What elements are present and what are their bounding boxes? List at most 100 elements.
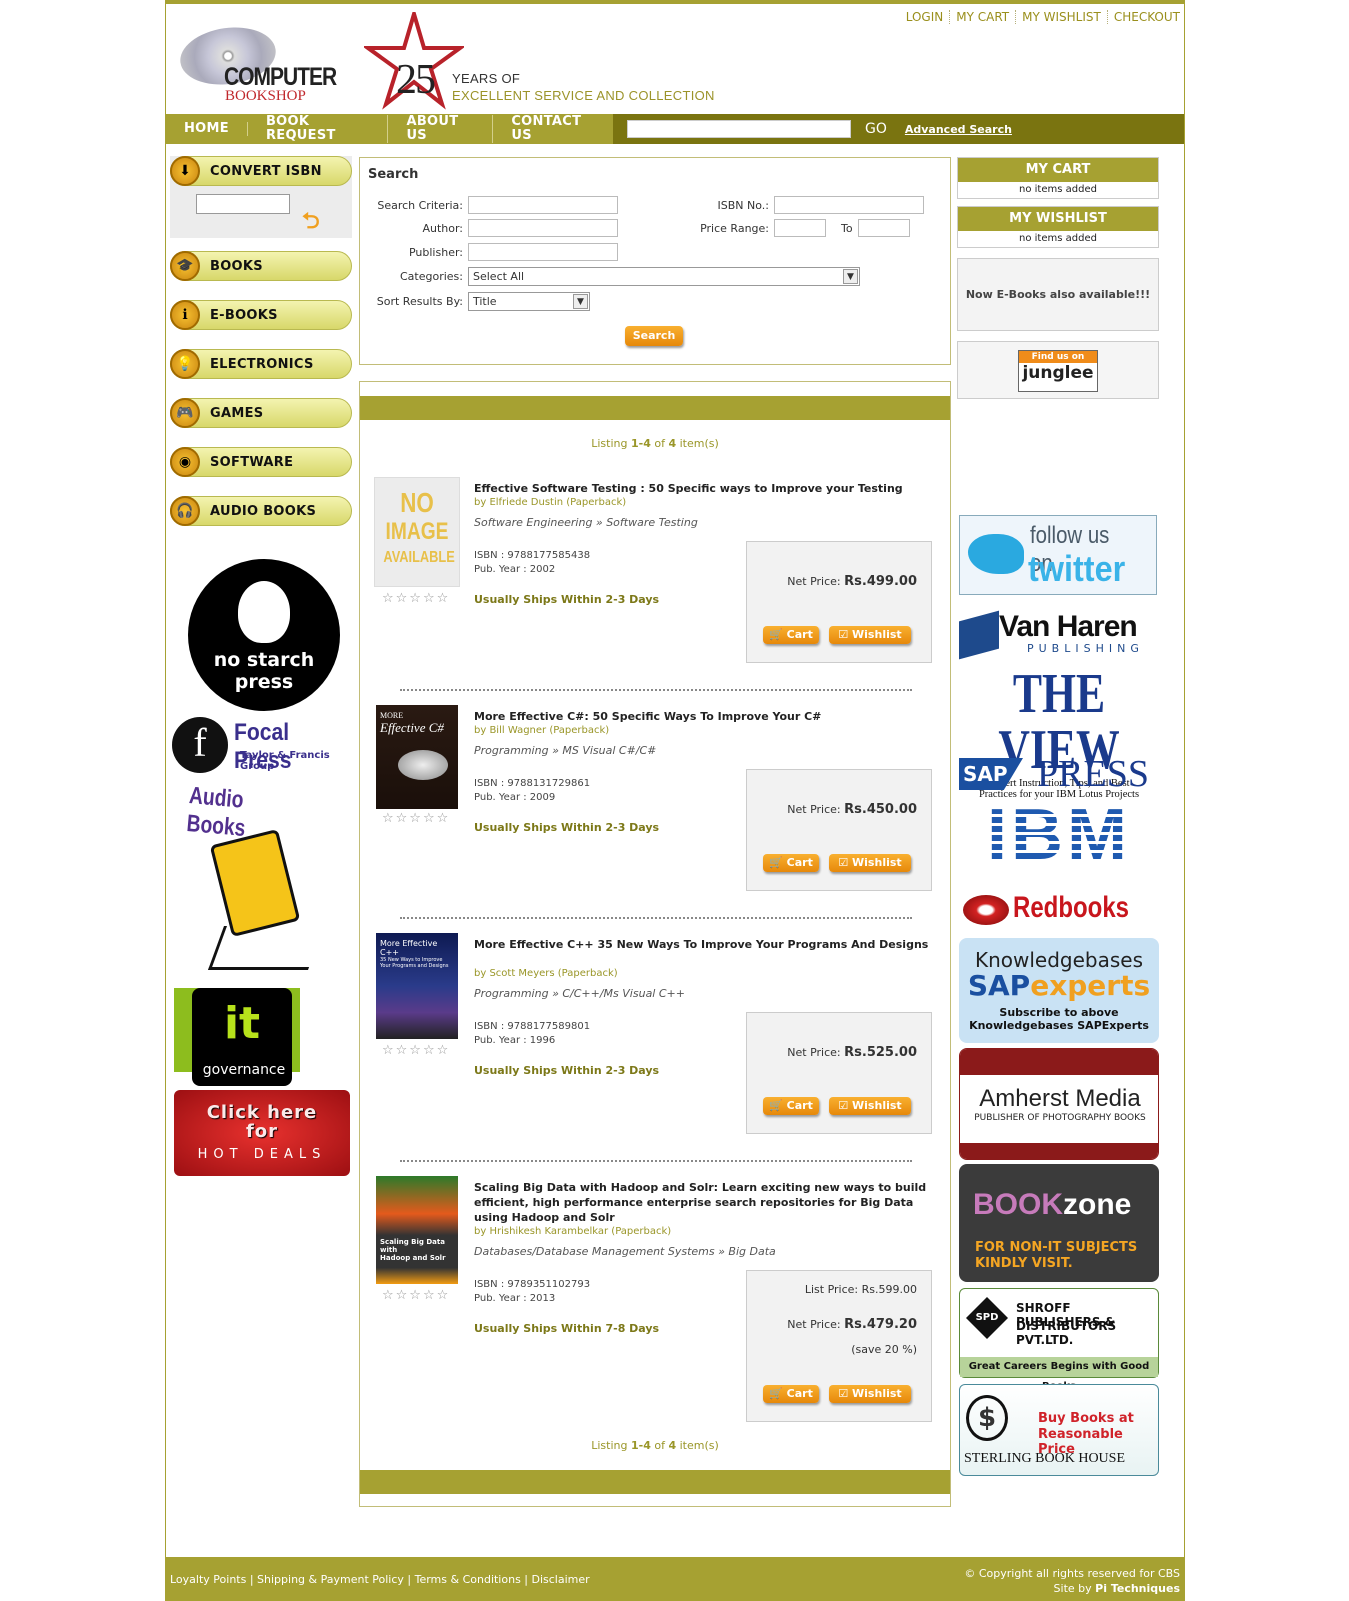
ships-within: Usually Ships Within 2-3 Days xyxy=(474,1064,660,1077)
publisher-input[interactable] xyxy=(468,243,618,261)
sort-row: Sort Results By: Title ▼ xyxy=(360,292,590,311)
check-icon: ☑ xyxy=(838,1387,849,1400)
my-wishlist-title[interactable]: MY WISHLIST xyxy=(958,207,1158,231)
product-category[interactable]: Programming » C/C++/Ms Visual C++ xyxy=(474,987,685,1000)
twitter-banner[interactable]: follow us on twitter xyxy=(959,515,1157,595)
bookzone-banner[interactable]: BOOKzone FOR NON-IT SUBJECTS KINDLY VISI… xyxy=(959,1164,1159,1282)
category-games[interactable]: 🎮 GAMES xyxy=(170,398,352,428)
product-meta: ISBN : 9788131729861 Pub. Year : 2009 xyxy=(474,778,591,803)
add-to-cart-button[interactable]: 🛒 Cart xyxy=(763,626,819,644)
checkout-link[interactable]: CHECKOUT xyxy=(1108,10,1180,24)
check-icon: ☑ xyxy=(838,628,849,641)
top-search-input[interactable] xyxy=(627,120,851,138)
isbn-input[interactable] xyxy=(196,194,290,214)
no-starch-press-banner[interactable]: no starch press xyxy=(188,559,340,711)
shroff-banner[interactable]: SPD SHROFF PUBLISHERS & DISTRIBUTORS PVT… xyxy=(959,1288,1159,1392)
nav-book-request[interactable]: BOOK REQUEST xyxy=(248,115,389,143)
category-ebooks[interactable]: ℹ E-BOOKS xyxy=(170,300,352,330)
publisher-row: Publisher: xyxy=(360,243,618,261)
advanced-search-link[interactable]: Advanced Search xyxy=(905,123,1012,136)
category-electronics-label: ELECTRONICS xyxy=(210,356,314,372)
my-cart-link[interactable]: MY CART xyxy=(950,10,1017,24)
chevron-down-icon: ▼ xyxy=(843,269,858,284)
product-title[interactable]: More Effective C++ 35 New Ways To Improv… xyxy=(474,937,934,952)
footer-shipping-link[interactable]: Shipping & Payment Policy xyxy=(257,1573,404,1586)
add-to-wishlist-button[interactable]: ☑ Wishlist xyxy=(829,1097,911,1115)
product-title[interactable]: Scaling Big Data with Hadoop and Solr: L… xyxy=(474,1180,934,1225)
book-cover-thumbnail[interactable]: More Effective C++ 35 New Ways to Improv… xyxy=(376,933,458,1039)
book-cover-thumbnail[interactable]: MORE Effective C# xyxy=(376,705,458,809)
add-to-wishlist-button[interactable]: ☑ Wishlist xyxy=(829,1385,911,1403)
tagline-years: YEARS OF xyxy=(452,71,521,86)
footer-disclaimer-link[interactable]: Disclaimer xyxy=(532,1573,590,1586)
price-box: Net Price: Rs.450.00 🛒 Cart ☑ Wishlist xyxy=(746,769,932,891)
sort-select[interactable]: Title ▼ xyxy=(468,292,590,311)
login-link[interactable]: LOGIN xyxy=(900,10,951,24)
redbooks-banner[interactable]: Redbooks xyxy=(959,889,1159,931)
site-logo[interactable]: COMPUTER BOOKSHOP xyxy=(176,21,337,110)
sort-label: Sort Results By: xyxy=(376,295,463,308)
van-haren-sub: PUBLISHING xyxy=(1027,642,1144,655)
audio-books-banner[interactable]: Audio Books xyxy=(180,776,330,974)
price-min-input[interactable] xyxy=(774,219,826,237)
my-wishlist-link[interactable]: MY WISHLIST xyxy=(1016,10,1108,24)
it-governance-banner[interactable]: it governance xyxy=(174,988,300,1086)
search-criteria-input[interactable] xyxy=(468,196,618,214)
amherst-name: Amherst Media xyxy=(979,1085,1141,1112)
sap-press-banner[interactable]: SAP PRESS xyxy=(959,755,1159,793)
list-price: List Price: Rs.599.00 xyxy=(804,1283,917,1296)
search-button[interactable]: Search xyxy=(625,326,683,346)
hot-deals-banner[interactable]: Click here for HOT DEALS xyxy=(174,1090,350,1176)
category-audio-books[interactable]: 🎧 AUDIO BOOKS xyxy=(170,496,352,526)
add-to-cart-button[interactable]: 🛒 Cart xyxy=(763,1385,819,1403)
footer-site-by-name[interactable]: Pi Techniques xyxy=(1095,1582,1180,1595)
product-title[interactable]: Effective Software Testing : 50 Specific… xyxy=(474,481,934,496)
nav-home[interactable]: HOME xyxy=(166,122,248,136)
add-to-cart-button[interactable]: 🛒 Cart xyxy=(763,854,819,872)
focal-press-banner[interactable]: f Focal Press Taylor & Francis Group xyxy=(172,717,354,774)
go-button[interactable]: GO xyxy=(865,121,887,137)
no-starch-logo-icon xyxy=(238,581,290,643)
price-max-input[interactable] xyxy=(857,219,910,237)
footer-terms-link[interactable]: Terms & Conditions xyxy=(415,1573,521,1586)
cart-icon: 🛒 xyxy=(769,628,783,641)
junglee-badge[interactable]: Find us on junglee xyxy=(957,341,1159,399)
footer-copyright: © Copyright all rights reserved for CBS xyxy=(964,1567,1180,1580)
add-to-wishlist-button[interactable]: ☑ Wishlist xyxy=(829,854,911,872)
ibm-banner[interactable]: IBM xyxy=(959,799,1159,871)
convert-return-icon[interactable]: ⮌ xyxy=(302,204,320,242)
footer-site-by: Site by Pi Techniques xyxy=(1053,1582,1180,1595)
add-to-wishlist-button[interactable]: ☑ Wishlist xyxy=(829,626,911,644)
category-books[interactable]: 🎓 BOOKS xyxy=(170,251,352,281)
shroff-line3: Great Careers Begins with Good Books xyxy=(960,1357,1158,1392)
junglee-find: Find us on xyxy=(1019,351,1097,363)
the-view-banner[interactable]: THE VIEW Expert Instruction, Tips, and B… xyxy=(959,666,1159,800)
van-haren-banner[interactable]: Van Haren PUBLISHING xyxy=(959,604,1159,660)
junglee-name: junglee xyxy=(1022,363,1094,383)
product-title[interactable]: More Effective C#: 50 Specific Ways To I… xyxy=(474,709,934,724)
sterling-banner[interactable]: $ Buy Books at Reasonable Price STERLING… xyxy=(959,1384,1159,1476)
product-category[interactable]: Databases/Database Management Systems » … xyxy=(474,1245,776,1258)
ebooks-notice[interactable]: Now E-Books also available!!! xyxy=(957,258,1159,331)
nav-about-us[interactable]: ABOUT US xyxy=(388,115,494,143)
category-software[interactable]: ◉ SOFTWARE xyxy=(170,447,352,477)
author-input[interactable] xyxy=(468,219,618,237)
headphones-icon: 🎧 xyxy=(170,496,200,526)
product-category[interactable]: Programming » MS Visual C#/C# xyxy=(474,744,656,757)
listing-summary-bottom: Listing 1-4 of 4 item(s) xyxy=(591,1439,719,1452)
book-cover-thumbnail[interactable]: Scaling Big Data with Hadoop and Solr xyxy=(376,1176,458,1284)
nav-contact-us[interactable]: CONTACT US xyxy=(493,115,613,143)
my-cart-title[interactable]: MY CART xyxy=(958,158,1158,182)
sterling-logo-icon: $ xyxy=(966,1395,1008,1441)
add-to-cart-button[interactable]: 🛒 Cart xyxy=(763,1097,819,1115)
categories-select[interactable]: Select All ▼ xyxy=(468,267,860,286)
footer-loyalty-link[interactable]: Loyalty Points xyxy=(170,1573,246,1586)
cart-icon: 🛒 xyxy=(769,1099,783,1112)
no-image-thumbnail[interactable]: NO IMAGE AVAILABLE xyxy=(374,477,460,587)
category-electronics[interactable]: 💡 ELECTRONICS xyxy=(170,349,352,379)
product-category[interactable]: Software Engineering » Software Testing xyxy=(474,516,698,529)
isbn-no-input[interactable] xyxy=(774,196,924,214)
net-price: Net Price: Rs.479.20 xyxy=(787,1317,917,1332)
sapexperts-banner[interactable]: Knowledgebases SAPexperts Subscribe to a… xyxy=(959,938,1159,1043)
amherst-media-banner[interactable]: Amherst Media PUBLISHER OF PHOTOGRAPHY B… xyxy=(959,1048,1159,1160)
